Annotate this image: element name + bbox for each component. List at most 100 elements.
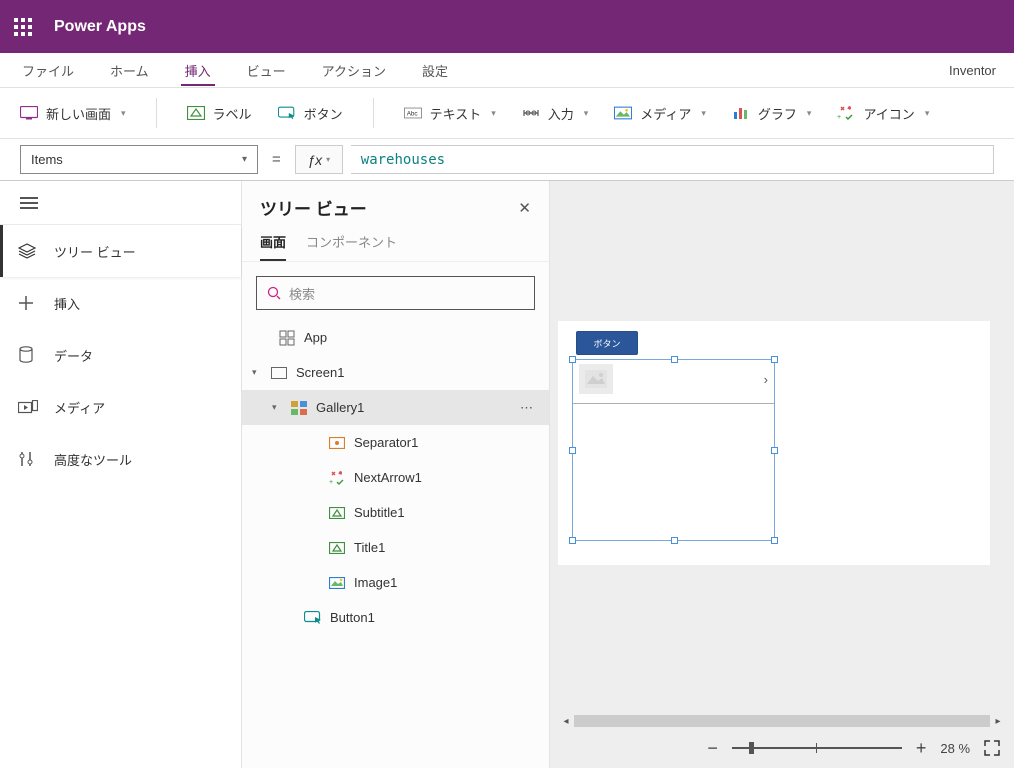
tree-view-panel: ツリー ビュー ✕ 画面 コンポーネント 検索 App ▾ (242, 181, 550, 768)
close-icon[interactable]: ✕ (518, 199, 531, 217)
scroll-right-icon[interactable]: ▸ (990, 716, 1006, 727)
plus-icon (18, 295, 38, 311)
ribbon-label-label: ラベル (213, 104, 252, 123)
tree-node-subtitle[interactable]: Subtitle1 (242, 495, 549, 530)
environment-name: Inventor (949, 63, 996, 78)
tools-icon (18, 450, 38, 468)
left-rail: ツリー ビュー 挿入 データ メディア 高度なツール (0, 181, 242, 768)
hamburger-icon[interactable] (20, 194, 38, 212)
chevron-down-icon[interactable]: ▾ (272, 402, 282, 413)
tree-node-label: Screen1 (296, 365, 344, 380)
tree-node-screen[interactable]: ▾ Screen1 (242, 355, 549, 390)
menu-view[interactable]: ビュー (243, 55, 290, 86)
rail-item-label: 挿入 (54, 294, 80, 313)
gallery-icon (290, 401, 308, 415)
tree-node-nextarrow[interactable]: + NextArrow1 (242, 460, 549, 495)
zoom-in-button[interactable]: + (916, 738, 927, 759)
rail-item-label: 高度なツール (54, 450, 132, 469)
canvas-gallery-control[interactable]: ⊘ › (572, 359, 775, 541)
svg-text:+: + (329, 479, 333, 486)
rail-tree-view[interactable]: ツリー ビュー (0, 225, 241, 277)
tree-node-separator[interactable]: Separator1 (242, 425, 549, 460)
screen-icon (270, 367, 288, 379)
tree-node-label: NextArrow1 (354, 470, 422, 485)
menubar: ファイル ホーム 挿入 ビュー アクション 設定 Inventor (0, 53, 1014, 88)
tree-search-input[interactable]: 検索 (256, 276, 535, 310)
ribbon-icon[interactable]: + アイコン ▾ (837, 104, 929, 123)
tree-node-label: App (304, 330, 327, 345)
zoom-value: 28 % (940, 741, 970, 756)
cylinder-icon (18, 346, 38, 364)
tree-node-label: Gallery1 (316, 400, 364, 415)
chevron-down-icon[interactable]: ▾ (252, 367, 262, 378)
ribbon-input[interactable]: 入力 ▾ (522, 104, 589, 123)
ribbon-label[interactable]: ラベル (187, 104, 252, 123)
icons-icon: + (837, 105, 855, 121)
chevron-down-icon: ▾ (491, 108, 496, 119)
formula-input[interactable]: warehouses (351, 145, 994, 174)
zoom-out-button[interactable]: − (707, 738, 718, 759)
fullscreen-icon[interactable] (984, 740, 1000, 756)
menu-insert[interactable]: 挿入 (181, 55, 215, 86)
tree-node-label: Title1 (354, 540, 385, 555)
zoom-bar: − + 28 % (707, 734, 1000, 762)
tree-node-title[interactable]: Title1 (242, 530, 549, 565)
ribbon-text-label: テキスト (430, 104, 482, 123)
scroll-left-icon[interactable]: ◂ (558, 716, 574, 727)
next-arrow-icon[interactable]: › (764, 372, 768, 387)
more-icon[interactable]: ⋯ (520, 400, 535, 416)
svg-text:Abc: Abc (406, 111, 417, 118)
canvas-button-control[interactable]: ボタン (576, 331, 638, 355)
app-icon (278, 330, 296, 346)
label-node-icon (328, 507, 346, 519)
button-icon (278, 105, 296, 121)
rail-insert[interactable]: 挿入 (0, 277, 241, 329)
equals-sign: = (266, 145, 287, 174)
tree-node-button[interactable]: Button1 (242, 600, 549, 635)
menu-file[interactable]: ファイル (18, 55, 78, 86)
chevron-down-icon: ▾ (242, 154, 247, 165)
property-selector[interactable]: Items ▾ (20, 145, 258, 174)
svg-text:+: + (837, 114, 841, 121)
media-icon (614, 105, 632, 121)
canvas[interactable]: ボタン ⊘ › ◂ ▸ − (550, 181, 1014, 768)
label-node-icon (328, 542, 346, 554)
menu-settings[interactable]: 設定 (418, 55, 452, 86)
chevron-down-icon: ▾ (807, 108, 812, 119)
tree-tab-components[interactable]: コンポーネント (306, 232, 397, 261)
canvas-screen[interactable]: ボタン ⊘ › (558, 321, 990, 565)
ribbon-chart-label: グラフ (758, 104, 797, 123)
ribbon: 新しい画面 ▾ ラベル ボタン Abc テキスト ▾ 入力 ▾ メディア ▾ (0, 88, 1014, 139)
ribbon-chart[interactable]: グラフ ▾ (732, 104, 812, 123)
text-icon: Abc (404, 105, 422, 121)
rail-item-label: ツリー ビュー (54, 242, 136, 261)
rail-media[interactable]: メディア (0, 381, 241, 433)
tree-node-label: Subtitle1 (354, 505, 405, 520)
rail-item-label: データ (54, 346, 93, 365)
horizontal-scrollbar[interactable]: ◂ ▸ (558, 714, 1006, 728)
tree-node-image[interactable]: Image1 (242, 565, 549, 600)
input-icon (522, 105, 540, 121)
menu-action[interactable]: アクション (318, 55, 390, 86)
ribbon-button[interactable]: ボタン (278, 104, 343, 123)
rail-data[interactable]: データ (0, 329, 241, 381)
tree-tab-screens[interactable]: 画面 (260, 232, 286, 261)
fx-button[interactable]: ƒx▾ (295, 145, 343, 174)
tree-node-app[interactable]: App (242, 320, 549, 355)
canvas-button-label: ボタン (593, 337, 620, 350)
image-node-icon (328, 577, 346, 589)
ribbon-media[interactable]: メディア ▾ (614, 104, 706, 123)
menu-home[interactable]: ホーム (106, 55, 153, 86)
rail-advanced-tools[interactable]: 高度なツール (0, 433, 241, 485)
app-launcher-icon[interactable] (14, 18, 32, 36)
ribbon-media-label: メディア (640, 104, 691, 123)
ribbon-new-screen[interactable]: 新しい画面 ▾ (20, 104, 126, 123)
ribbon-text[interactable]: Abc テキスト ▾ (404, 104, 496, 123)
tree-view-title: ツリー ビュー (260, 195, 367, 220)
ribbon-icon-label: アイコン (863, 104, 914, 123)
zoom-slider[interactable] (732, 747, 902, 749)
tree-node-gallery[interactable]: ▾ Gallery1 ⋯ (242, 390, 549, 425)
gallery-image-placeholder (579, 364, 613, 394)
rail-item-label: メディア (54, 398, 105, 417)
separator-icon (328, 437, 346, 449)
